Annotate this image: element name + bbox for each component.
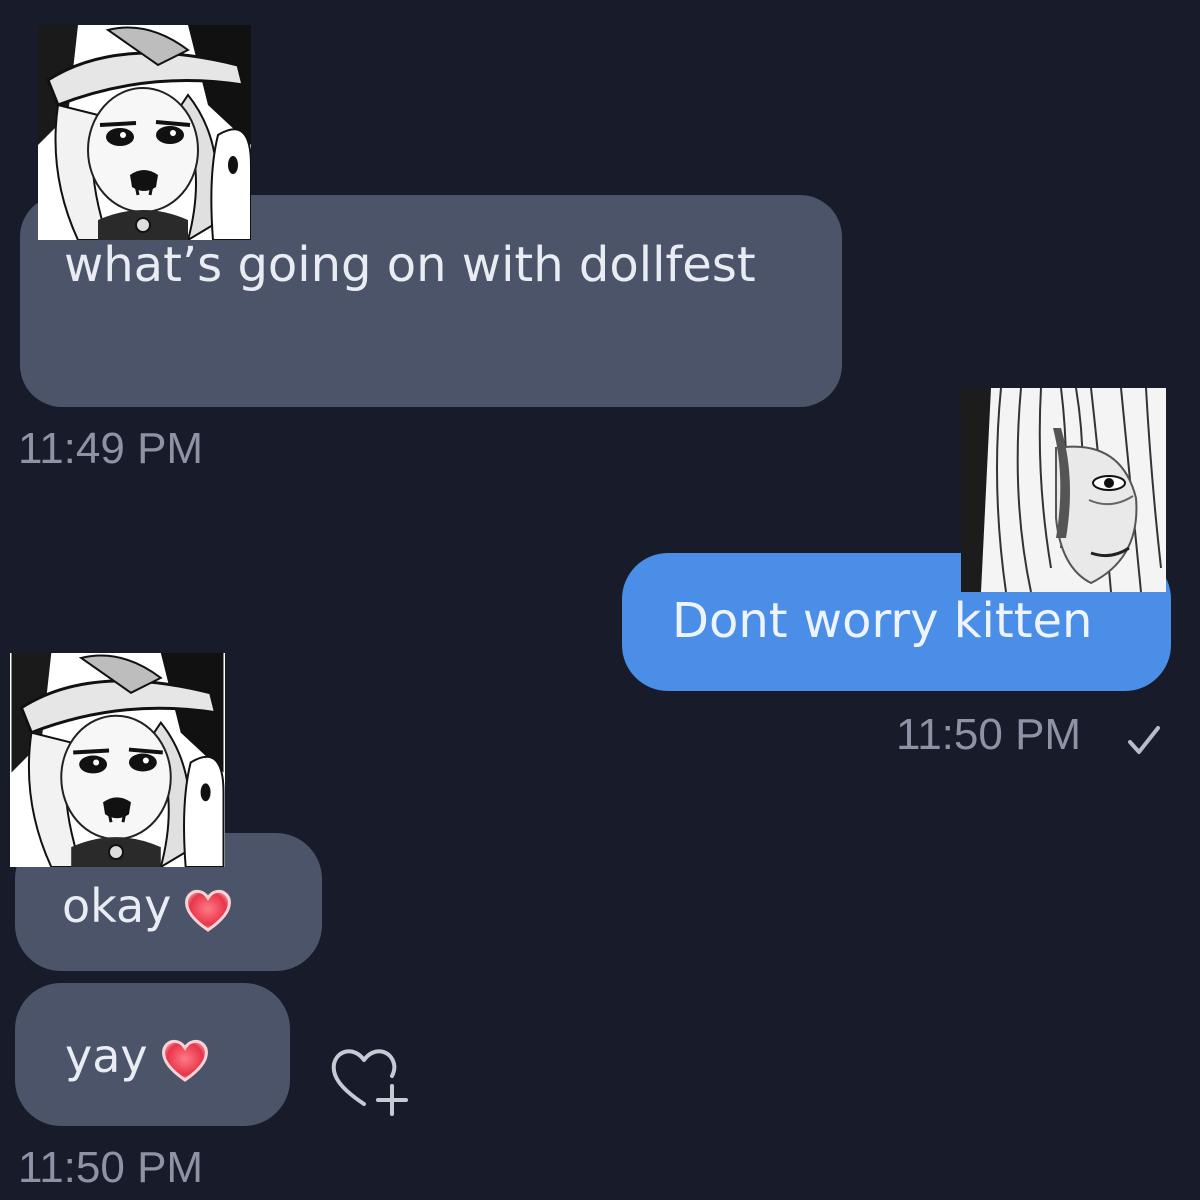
- manga-girl-portrait: [11, 653, 225, 867]
- heart-plus-icon[interactable]: [326, 1038, 416, 1118]
- manga-man-portrait: [961, 388, 1166, 592]
- message-text: Dont worry kitten: [672, 593, 1093, 649]
- red-heart-icon: [161, 1039, 208, 1082]
- message-bubble-incoming[interactable]: yay: [15, 983, 290, 1126]
- message-text: yay: [65, 1029, 210, 1083]
- message-timestamp: 11:50 PM: [18, 1143, 204, 1192]
- chat-thread: what’s going on with dollfest 11:49 PM D…: [0, 0, 1200, 1200]
- contact-avatar: [38, 25, 251, 240]
- message-text: what’s going on with dollfest: [64, 237, 756, 293]
- self-avatar: [961, 388, 1166, 592]
- check-icon: [1128, 726, 1160, 754]
- message-timestamp: 11:50 PM: [896, 710, 1082, 759]
- message-timestamp: 11:49 PM: [18, 424, 204, 473]
- message-word: yay: [65, 1029, 148, 1083]
- red-heart-icon: [185, 889, 232, 932]
- manga-girl-portrait: [38, 25, 251, 240]
- message-word: okay: [62, 879, 172, 933]
- contact-avatar: [10, 653, 225, 867]
- message-text: okay: [62, 879, 233, 933]
